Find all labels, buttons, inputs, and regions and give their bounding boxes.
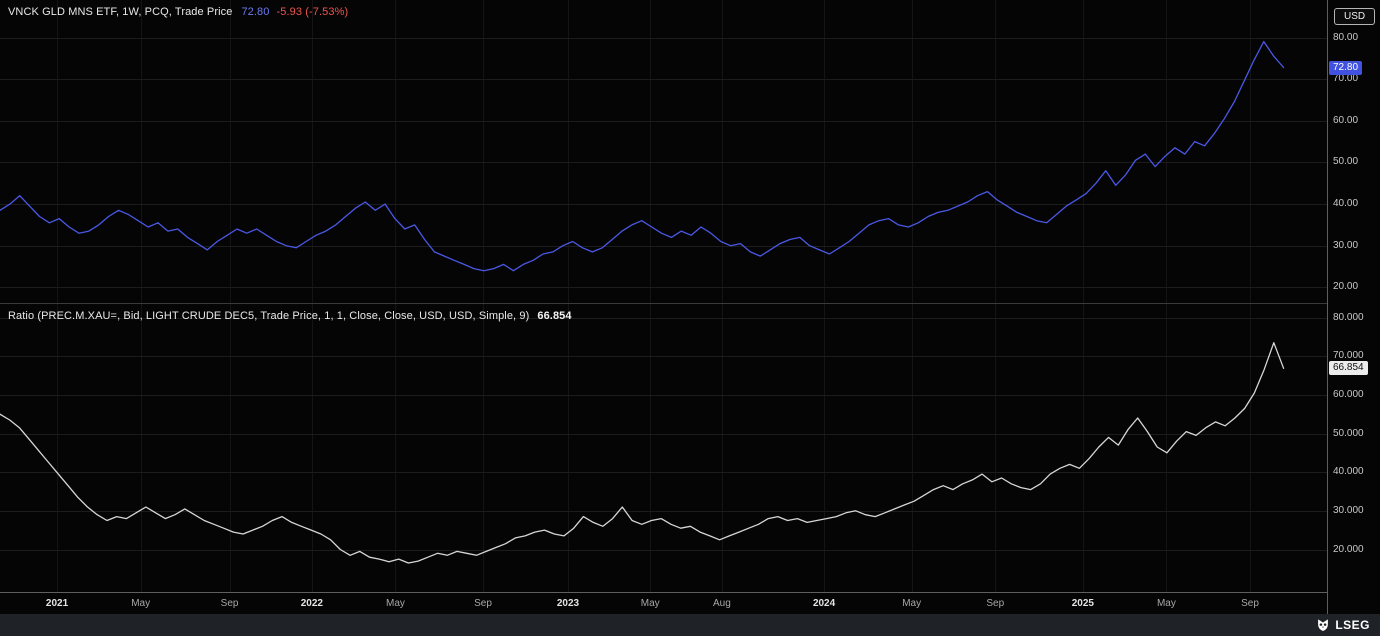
- x-tick-label: May: [1156, 598, 1176, 609]
- ratio-legend-value: 66.854: [537, 310, 572, 322]
- ratio-series-line[interactable]: [0, 304, 1326, 592]
- x-tick-label: May: [385, 598, 405, 609]
- ratio-legend-title: Ratio (PREC.M.XAU=, Bid, LIGHT CRUDE DEC…: [8, 310, 530, 322]
- price-series-line[interactable]: [0, 0, 1326, 304]
- x-tick-label: May: [902, 598, 922, 609]
- last-price-badge: 66.854: [1329, 361, 1368, 376]
- price-axis[interactable]: USD 80.00 70.00 60.00 50.00 40.00 30.00 20.00 7…: [1327, 0, 1380, 614]
- y-tick-label: 30.00: [1333, 239, 1359, 251]
- y-tick-label: 50.00: [1333, 156, 1359, 168]
- x-tick-label: 2021: [45, 598, 69, 609]
- x-tick-label: Sep: [474, 598, 492, 609]
- y-tick-label: 50.000: [1333, 427, 1364, 439]
- time-axis[interactable]: 2021 May Sep 2022 May Sep 2023 May Aug 2024 May Sep…: [0, 592, 1327, 614]
- x-tick-label: May: [131, 598, 151, 609]
- footer-bar: LSEG: [0, 614, 1380, 636]
- price-legend-change: -5.93 (-7.53%): [276, 6, 349, 18]
- lseg-logo-text: LSEG: [1335, 618, 1370, 632]
- y-tick-label: 80.00: [1333, 31, 1359, 43]
- y-tick-label: 40.000: [1333, 466, 1364, 478]
- x-tick-label: Sep: [986, 598, 1005, 609]
- price-legend-last: 72.80: [241, 6, 270, 18]
- y-tick-label: 80.000: [1333, 311, 1364, 323]
- y-tick-label: 70.00: [1333, 73, 1359, 85]
- ratio-chart-panel[interactable]: Ratio (PREC.M.XAU=, Bid, LIGHT CRUDE DEC…: [0, 304, 1327, 592]
- x-tick-label: Aug: [712, 598, 731, 609]
- x-tick-label: 2024: [812, 598, 836, 609]
- x-tick-label: Sep: [220, 598, 239, 609]
- last-price-badge: 72.80: [1329, 60, 1363, 75]
- x-tick-label: 2025: [1071, 598, 1094, 609]
- y-tick-label: 60.00: [1333, 114, 1359, 126]
- x-tick-label: Sep: [1241, 598, 1259, 609]
- price-chart-panel[interactable]: VNCK GLD MNS ETF, 1W, PCQ, Trade Price 72…: [0, 0, 1327, 304]
- lseg-logo-icon: [1316, 618, 1330, 632]
- y-tick-label: 60.000: [1333, 388, 1364, 400]
- y-tick-label: 20.000: [1333, 543, 1364, 555]
- x-tick-label: 2022: [300, 598, 323, 609]
- x-tick-label: May: [640, 598, 660, 609]
- x-tick-label: 2023: [556, 598, 580, 609]
- currency-button[interactable]: USD: [1334, 8, 1376, 25]
- ratio-legend[interactable]: Ratio (PREC.M.XAU=, Bid, LIGHT CRUDE DEC…: [8, 310, 572, 322]
- chart-window: VNCK GLD MNS ETF, 1W, PCQ, Trade Price 72…: [0, 0, 1380, 636]
- y-tick-label: 30.000: [1333, 504, 1364, 516]
- price-legend[interactable]: VNCK GLD MNS ETF, 1W, PCQ, Trade Price 72…: [8, 6, 348, 18]
- y-tick-label: 20.00: [1333, 281, 1359, 293]
- price-legend-title: VNCK GLD MNS ETF, 1W, PCQ, Trade Price: [8, 6, 233, 18]
- y-tick-label: 40.00: [1333, 198, 1359, 210]
